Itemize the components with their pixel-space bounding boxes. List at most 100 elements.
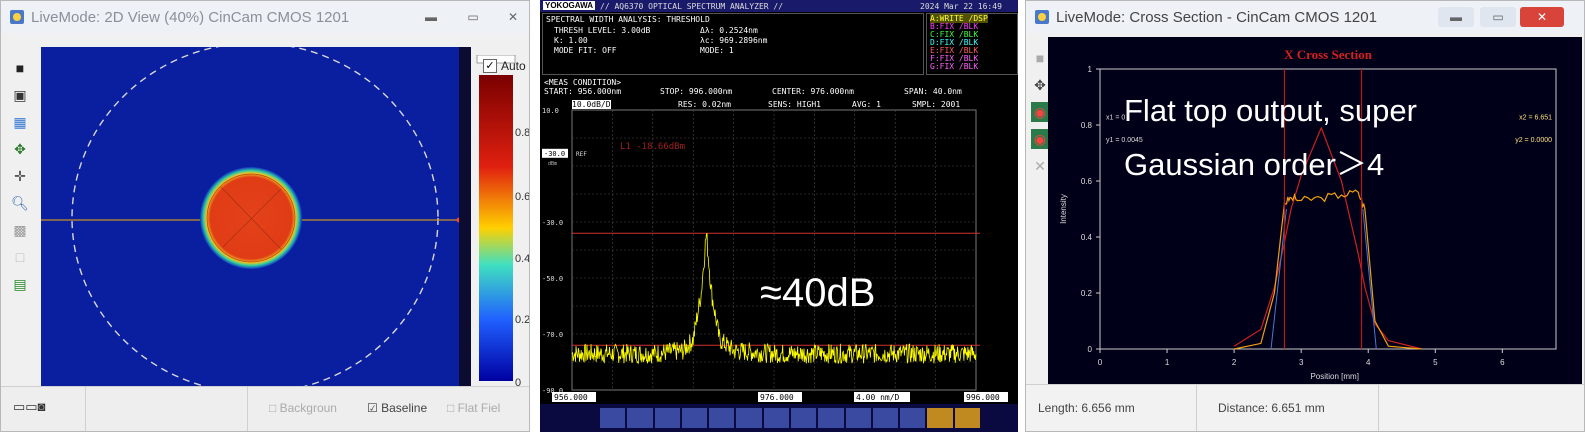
close-button[interactable]: ✕ [495,7,529,27]
cross-section-plot[interactable]: X Cross Section 1 0.8 0.6 0.4 0.2 00 1 2 3 4 5 6 Posi… [1048,37,1582,389]
y-tick-label: -30.0 [542,219,563,227]
flat-field-checkbox[interactable]: □ Flat Fiel [447,401,500,415]
softkey[interactable] [872,408,899,428]
close-icon: ✕ [507,10,519,24]
ref-unit: dBm [548,161,557,167]
maximize-button[interactable]: ▭ [1480,7,1516,27]
save-tool[interactable]: ■ [10,58,30,78]
close-button[interactable]: ✕ [1520,7,1564,27]
center-lambda: λc: 969.2896nm [700,36,768,45]
profile-tool[interactable]: ◉ [1031,102,1049,122]
profile-icon: ◉ [1033,103,1047,120]
view-mode-icons[interactable]: ▭▭◙ [13,399,45,415]
magnifier-icon: 🔍︎ [11,194,29,211]
move-tool[interactable]: ✥ [1031,75,1049,95]
auto-checkbox-box[interactable]: ✓ [483,59,497,73]
trace-g[interactable]: G:FIX /BLK [930,62,978,71]
target-icon: ✥ [14,140,26,157]
softkey[interactable] [954,408,980,428]
spectrum-plot[interactable]: 10.0-30.0-50.0-70.0-90.0-30.0 REFdBmL1 -1… [540,108,1018,408]
status-bar: Length: 6.656 mm Distance: 6.651 mm [1026,384,1584,431]
annotation-line-2: Gaussian order＞4 [1124,147,1384,182]
blank-tool[interactable]: □ [10,247,30,267]
stop-wavelength: STOP: 996.000nm [660,87,733,96]
length-readout: Length: 6.656 mm [1038,401,1135,415]
plot-title: X Cross Section [1284,47,1373,62]
softkey[interactable] [681,408,708,428]
profile-fit-tool[interactable]: ◉ [1031,129,1049,149]
y-tick-label: -50.0 [542,275,563,283]
softkey[interactable] [736,408,762,428]
x-center-label: 976.000 [760,393,794,402]
snapshot-icon: ▣ [13,86,27,103]
colorbar-tick: 0.4 [515,253,530,265]
x-axis-label: Position [mm] [1310,372,1358,381]
softkey[interactable] [790,408,817,428]
cursor-right-x: x2 = 6.651 [1519,114,1552,121]
x-div-label: 4.00 nm/D [856,393,900,402]
y-tick-label: 0.2 [1081,289,1093,298]
clear-tool[interactable]: ✕ [1031,156,1049,176]
y-tick-label: 1 [1088,65,1093,74]
x-tick-label: 6 [1500,358,1505,367]
annotation-line-1: Flat top output, super [1124,93,1417,128]
center-wavelength: CENTER: 976.000nm [772,87,854,96]
view-icon: ▦ [13,113,27,130]
brand-label: YOKOGAWA [543,1,596,10]
maximize-button[interactable]: ▭ [455,7,491,27]
title-bar: LiveMode: 2D View (40%) CinCam CMOS 1201 [1,1,529,33]
app-icon [1035,10,1049,24]
status-divider [247,387,248,431]
start-wavelength: START: 956.000nm [544,87,622,96]
softkey[interactable] [927,408,953,428]
minimize-button[interactable]: ▬ [1438,7,1474,27]
clear-icon: ✕ [1034,157,1046,174]
grid-icon: ▩ [13,221,27,238]
mode-number: MODE: 1 [700,46,734,55]
minimize-button[interactable]: ▬ [413,7,449,27]
softkey[interactable] [818,408,844,428]
move-icon: ✥ [1034,76,1046,93]
save-icon: ■ [1035,50,1045,66]
background-checkbox[interactable]: □ Backgroun [269,401,337,415]
y-tick-label: 0.4 [1081,233,1093,242]
snapshot-tool[interactable]: ▣ [10,85,30,105]
beam-image[interactable] [41,47,471,389]
meas-condition: <MEAS CONDITION> [544,78,622,87]
view-tool[interactable]: ▦ [10,112,30,132]
cursor-left-x: x1 = 0 [1106,114,1125,121]
minimize-icon: ▬ [425,10,437,24]
scale-tool[interactable]: ▤ [10,274,30,294]
softkey[interactable] [627,408,653,428]
zoom-tool[interactable]: 🔍︎ [10,193,30,213]
ref-label: REF [576,151,587,158]
softkey[interactable] [654,408,680,428]
window-title: LiveMode: 2D View (40%) CinCam CMOS 1201 [31,8,350,26]
ruler-icon: ▤ [13,275,27,292]
marker-readout: L1 -18.66dBm [620,142,685,152]
datetime: 2024 Mar 22 16:49 [920,2,1002,11]
y-tick-label: -70.0 [542,331,563,339]
x-start-label: 956.000 [554,393,588,402]
k-value: K: 1.00 [554,36,588,45]
y-tick-label: 0 [1088,345,1093,354]
softkey[interactable] [900,408,926,428]
center-tool[interactable]: ✥ [10,139,30,159]
colorbar-tick: 0.2 [515,314,530,326]
plot-background [1048,37,1582,389]
softkey[interactable] [763,408,789,428]
baseline-checkbox[interactable]: ☑ Baseline [367,401,427,415]
colorbar-gradient [479,75,513,381]
x-tick-label: 3 [1299,358,1304,367]
grid-tool[interactable]: ▩ [10,220,30,240]
softkey[interactable] [845,408,871,428]
save-tool[interactable]: ■ [1031,48,1049,68]
save-icon: ■ [15,60,25,76]
crosshair-tool[interactable]: ✛ [10,166,30,186]
profile-fit-icon: ◉ [1033,130,1047,147]
x-tick-label: 1 [1165,358,1170,367]
osa-softkey-bar [540,404,1018,432]
status-divider [1378,385,1379,431]
softkey[interactable] [600,408,626,428]
softkey[interactable] [709,408,735,428]
